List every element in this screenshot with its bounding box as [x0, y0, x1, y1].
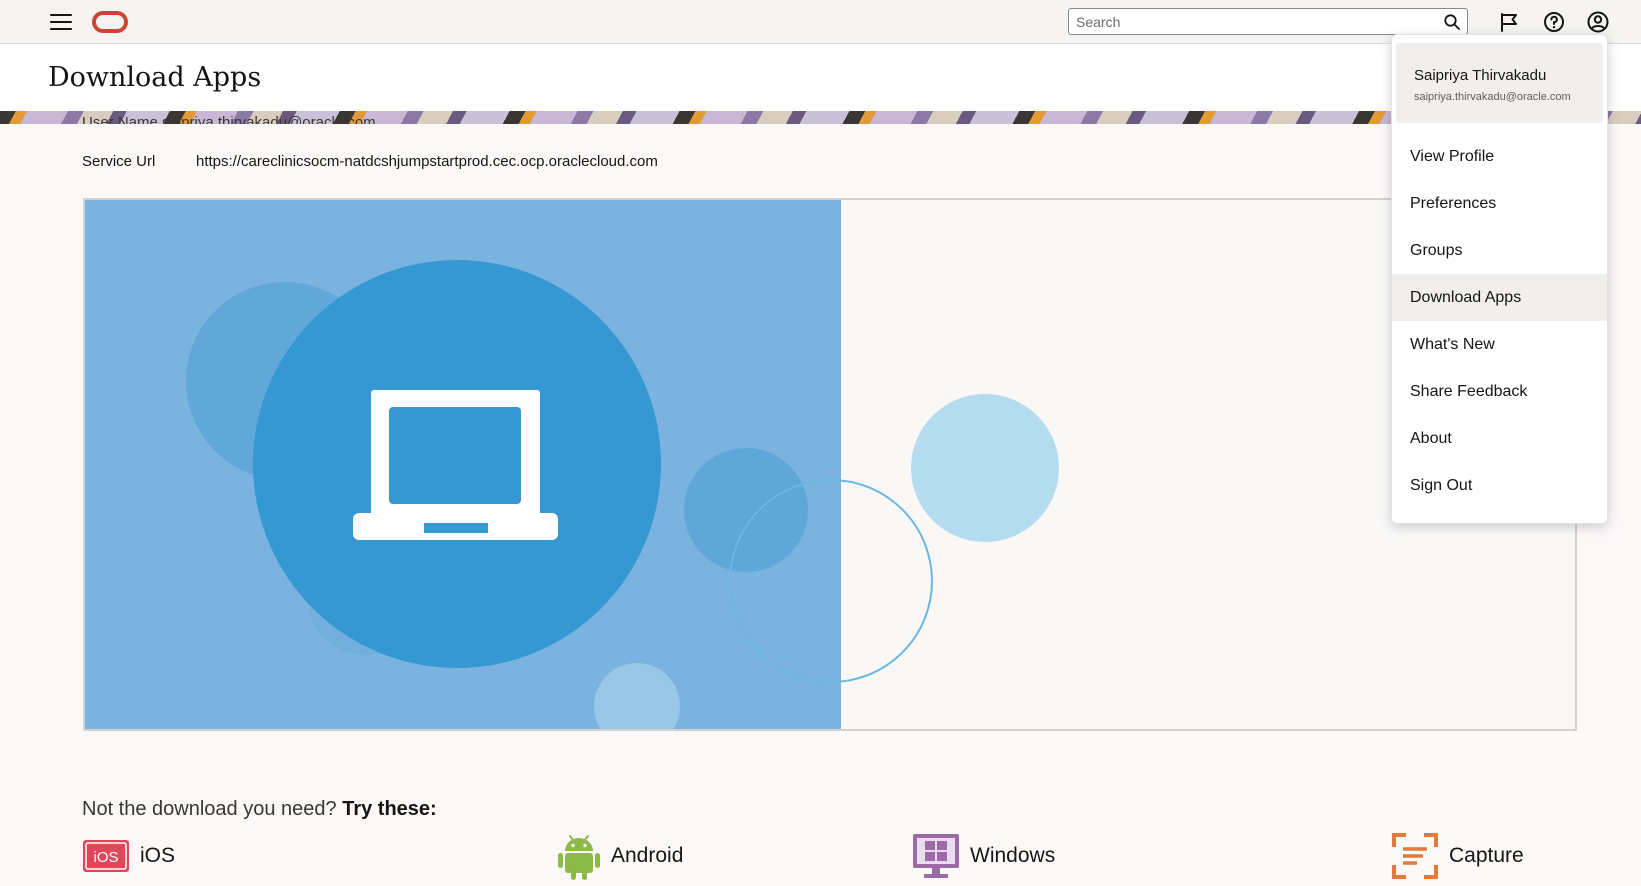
- menu-item-preferences[interactable]: Preferences: [1392, 180, 1607, 227]
- app-link-windows[interactable]: Windows: [912, 832, 1055, 880]
- menu-item-download-apps[interactable]: Download Apps: [1392, 274, 1607, 321]
- menu-item-groups[interactable]: Groups: [1392, 227, 1607, 274]
- app-label-android: Android: [611, 844, 684, 867]
- menu-item-sign-out[interactable]: Sign Out: [1392, 462, 1607, 509]
- try-these-prefix: Not the download you need?: [82, 798, 337, 820]
- menu-item-about[interactable]: About: [1392, 415, 1607, 462]
- oracle-logo[interactable]: [92, 11, 128, 33]
- try-these-text: Not the download you need? Try these:: [82, 798, 437, 821]
- capture-icon: [1392, 833, 1438, 879]
- page-title: Download Apps: [48, 62, 262, 93]
- search-input[interactable]: [1069, 9, 1429, 34]
- laptop-icon: [353, 390, 558, 540]
- app-link-capture[interactable]: Capture: [1391, 832, 1524, 880]
- ios-icon: iOS: [83, 840, 129, 872]
- help-icon[interactable]: [1542, 10, 1566, 34]
- try-these-emphasis: Try these:: [342, 798, 437, 820]
- app-link-android[interactable]: Android: [557, 832, 683, 880]
- menu-item-view-profile[interactable]: View Profile: [1392, 133, 1607, 180]
- hero-panel: [83, 198, 1577, 731]
- flag-icon[interactable]: [1497, 10, 1521, 34]
- user-display-name: Saipriya Thirvakadu: [1414, 67, 1547, 84]
- windows-icon: [913, 834, 959, 878]
- app-label-capture: Capture: [1449, 844, 1524, 867]
- user-menu-header: Saipriya Thirvakadu saipriya.thirvakadu@…: [1396, 43, 1603, 123]
- search-box: [1068, 8, 1468, 35]
- user-email: saipriya.thirvakadu@oracle.com: [1414, 91, 1571, 103]
- user-menu: Saipriya Thirvakadu saipriya.thirvakadu@…: [1391, 34, 1608, 524]
- android-icon: [558, 835, 600, 880]
- hero-illustration: [186, 260, 1059, 729]
- service-url-value: https://careclinicsocm-natdcshjumpstartp…: [196, 153, 658, 170]
- app-label-windows: Windows: [970, 844, 1056, 867]
- user-name-row: User Name saipriya.thirvakadu@oracle.com: [82, 114, 376, 124]
- user-icon[interactable]: [1586, 10, 1610, 34]
- app-label-ios: iOS: [140, 844, 176, 867]
- search-icon[interactable]: [1443, 13, 1461, 31]
- service-url-label: Service Url: [82, 153, 156, 170]
- hamburger-icon[interactable]: [50, 14, 72, 30]
- svg-text:iOS: iOS: [93, 849, 118, 866]
- menu-item-share-feedback[interactable]: Share Feedback: [1392, 368, 1607, 415]
- menu-item-whats-new[interactable]: What's New: [1392, 321, 1607, 368]
- app-link-ios[interactable]: iOS iOS: [82, 832, 175, 880]
